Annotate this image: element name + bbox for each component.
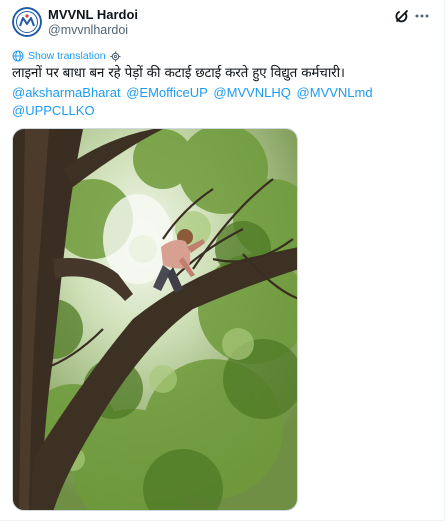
mention-link[interactable]: @MVVNLmd (297, 85, 373, 100)
tweet-photo[interactable] (12, 128, 298, 511)
mention-link[interactable]: @aksharmaBharat (12, 85, 121, 100)
mvvnl-logo-icon (12, 7, 42, 37)
show-translation-link[interactable]: Show translation (12, 49, 121, 63)
grok-icon[interactable] (394, 8, 410, 24)
show-translation-label[interactable]: Show translation (28, 50, 106, 62)
globe-icon (12, 50, 24, 62)
account-names[interactable]: MVVNL Hardoi @mvvnlhardoi (48, 7, 138, 38)
avatar[interactable] (12, 7, 42, 37)
mention-link[interactable]: @UPPCLLKO (12, 103, 95, 118)
tweet-header: MVVNL Hardoi @mvvnlhardoi (12, 7, 430, 38)
account-handle[interactable]: @mvvnlhardoi (48, 22, 138, 38)
tweet-mentions: @aksharmaBharat @EMofficeUP @MVVNLHQ @MV… (12, 84, 412, 119)
gear-icon[interactable] (110, 50, 121, 62)
mention-link[interactable]: @MVVNLHQ (213, 85, 291, 100)
display-name[interactable]: MVVNL Hardoi (48, 7, 138, 22)
tweet-text: लाइनों पर बाधा बन रहे पेड़ों की कटाई छटा… (12, 65, 345, 81)
tree-trimming-photo (13, 129, 297, 510)
mention-link[interactable]: @EMofficeUP (126, 85, 208, 100)
more-icon[interactable] (414, 8, 430, 24)
tweet-card[interactable]: MVVNL Hardoi @mvvnlhardoi Show translati… (0, 0, 445, 521)
